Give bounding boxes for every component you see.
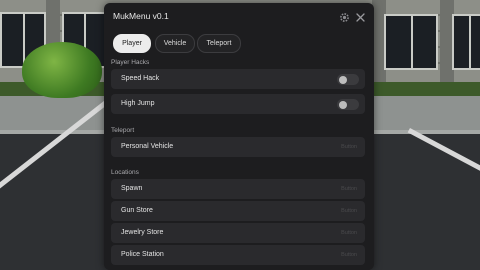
jewelry-store-label: Jewelry Store — [121, 229, 164, 236]
toggle-knob — [339, 75, 347, 84]
button-hint: Button — [341, 144, 357, 150]
high-jump-row[interactable]: High Jump — [111, 94, 365, 114]
button-hint: Button — [341, 208, 357, 214]
tab-vehicle[interactable]: Vehicle — [155, 34, 195, 53]
button-hint: Button — [341, 252, 357, 258]
high-jump-label: High Jump — [121, 100, 155, 107]
high-jump-toggle[interactable] — [337, 99, 359, 110]
gun-store-button[interactable]: Gun Store Button — [111, 201, 365, 221]
personal-vehicle-button[interactable]: Personal Vehicle Button — [111, 137, 365, 157]
section-title-teleport: Teleport — [111, 127, 135, 134]
speed-hack-toggle[interactable] — [337, 74, 359, 85]
speed-hack-label: Speed Hack — [121, 75, 160, 82]
title-bar[interactable]: MukMenu v0.1 — [104, 3, 374, 29]
gear-icon[interactable] — [339, 10, 350, 22]
police-station-label: Police Station — [121, 251, 164, 258]
building-window — [384, 14, 438, 70]
section-title-locations: Locations — [111, 169, 139, 176]
window-title: MukMenu v0.1 — [113, 11, 169, 21]
tab-player[interactable]: Player — [113, 34, 151, 53]
personal-vehicle-label: Personal Vehicle — [121, 143, 174, 150]
police-station-button[interactable]: Police Station Button — [111, 245, 365, 265]
gun-store-label: Gun Store — [121, 207, 153, 214]
tab-teleport[interactable]: Teleport — [197, 34, 241, 53]
building-window — [452, 14, 480, 70]
spawn-label: Spawn — [121, 185, 143, 192]
close-icon[interactable] — [355, 10, 366, 22]
button-hint: Button — [341, 186, 357, 192]
spawn-button[interactable]: Spawn Button — [111, 179, 365, 199]
bush — [22, 42, 102, 98]
speed-hack-row[interactable]: Speed Hack — [111, 69, 365, 89]
mod-menu-window: MukMenu v0.1 Player Vehicle Teleport Pla… — [104, 3, 374, 270]
toggle-knob — [339, 100, 347, 109]
jewelry-store-button[interactable]: Jewelry Store Button — [111, 223, 365, 243]
button-hint: Button — [341, 230, 357, 236]
section-title-player-hacks: Player Hacks — [111, 59, 150, 66]
